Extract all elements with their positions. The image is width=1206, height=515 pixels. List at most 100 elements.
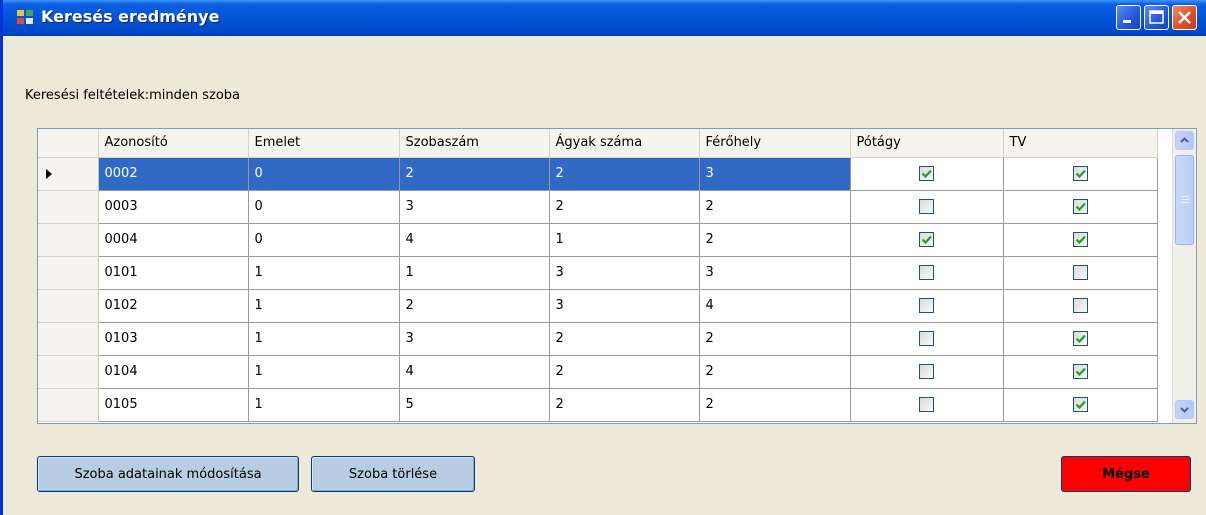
tv-checkbox[interactable] [1072, 331, 1088, 346]
scroll-thumb[interactable] [1175, 155, 1194, 245]
cell-potagy[interactable] [850, 355, 1004, 389]
table-row[interactable]: 0104 1 4 2 2 [38, 355, 1158, 389]
cell-ferohely[interactable]: 2 [699, 388, 851, 422]
cell-tv[interactable] [1003, 157, 1158, 191]
table-row[interactable]: 0101 1 1 3 3 [38, 256, 1158, 290]
cell-emelet[interactable]: 0 [248, 223, 400, 257]
cell-ferohely[interactable]: 4 [699, 289, 851, 323]
cell-tv[interactable] [1003, 388, 1158, 422]
cell-id[interactable]: 0101 [98, 256, 249, 290]
tv-checkbox[interactable] [1072, 397, 1088, 412]
row-header[interactable] [38, 190, 99, 224]
cell-agyak[interactable]: 2 [549, 355, 700, 389]
cell-emelet[interactable]: 1 [248, 256, 400, 290]
cell-tv[interactable] [1003, 256, 1158, 290]
cell-szobaszam[interactable]: 1 [399, 256, 550, 290]
tv-checkbox[interactable] [1072, 364, 1088, 379]
cell-potagy[interactable] [850, 388, 1004, 422]
tv-checkbox[interactable] [1072, 265, 1088, 280]
potagy-checkbox[interactable] [919, 265, 934, 280]
table-row[interactable]: 0103 1 3 2 2 [38, 322, 1158, 356]
cell-tv[interactable] [1003, 289, 1158, 323]
cell-szobaszam[interactable]: 4 [399, 223, 550, 257]
row-header[interactable] [38, 223, 99, 257]
cell-szobaszam[interactable]: 2 [399, 157, 550, 191]
cell-potagy[interactable] [850, 157, 1004, 191]
potagy-checkbox[interactable] [919, 331, 934, 346]
potagy-checkbox[interactable] [919, 232, 934, 247]
cell-emelet[interactable]: 1 [248, 322, 400, 356]
column-header-tv[interactable]: TV [1003, 129, 1158, 158]
cell-ferohely[interactable]: 2 [699, 190, 851, 224]
cell-agyak[interactable]: 3 [549, 289, 700, 323]
row-header[interactable] [38, 355, 99, 389]
cell-agyak[interactable]: 2 [549, 157, 700, 191]
cell-id[interactable]: 0002 [98, 157, 249, 191]
tv-checkbox[interactable] [1072, 199, 1088, 214]
table-row[interactable]: 0004 0 4 1 2 [38, 223, 1158, 257]
cell-agyak[interactable]: 2 [549, 388, 700, 422]
cell-id[interactable]: 0104 [98, 355, 249, 389]
cell-agyak[interactable]: 2 [549, 190, 700, 224]
table-row[interactable]: 0102 1 2 3 4 [38, 289, 1158, 323]
cell-emelet[interactable]: 1 [248, 289, 400, 323]
cell-szobaszam[interactable]: 2 [399, 289, 550, 323]
scroll-up-button[interactable] [1175, 131, 1194, 150]
delete-room-button[interactable]: Szoba törlése [311, 456, 475, 492]
cell-szobaszam[interactable]: 3 [399, 322, 550, 356]
column-header-ferohely[interactable]: Férőhely [699, 129, 851, 158]
column-header-azonosito[interactable]: Azonosító [98, 129, 249, 158]
cell-emelet[interactable]: 0 [248, 190, 400, 224]
cell-tv[interactable] [1003, 355, 1158, 389]
column-header-agyak-szama[interactable]: Ágyak száma [549, 129, 700, 158]
cell-tv[interactable] [1003, 223, 1158, 257]
potagy-checkbox[interactable] [919, 364, 934, 379]
cell-potagy[interactable] [850, 322, 1004, 356]
cell-id[interactable]: 0103 [98, 322, 249, 356]
cancel-button[interactable]: Mégse [1061, 456, 1191, 492]
cell-potagy[interactable] [850, 190, 1004, 224]
cell-agyak[interactable]: 1 [549, 223, 700, 257]
column-header-potagy[interactable]: Pótágy [850, 129, 1004, 158]
table-row[interactable]: 0003 0 3 2 2 [38, 190, 1158, 224]
row-header[interactable] [38, 157, 99, 191]
row-header[interactable] [38, 289, 99, 323]
cell-ferohely[interactable]: 3 [699, 157, 851, 191]
row-header[interactable] [38, 388, 99, 422]
maximize-button[interactable] [1144, 5, 1169, 30]
cell-tv[interactable] [1003, 190, 1158, 224]
row-header[interactable] [38, 322, 99, 356]
modify-room-button[interactable]: Szoba adatainak módosítása [37, 456, 299, 492]
cell-emelet[interactable]: 1 [248, 355, 400, 389]
cell-id[interactable]: 0003 [98, 190, 249, 224]
cell-szobaszam[interactable]: 3 [399, 190, 550, 224]
cell-emelet[interactable]: 0 [248, 157, 400, 191]
cell-ferohely[interactable]: 2 [699, 223, 851, 257]
cell-potagy[interactable] [850, 289, 1004, 323]
cell-ferohely[interactable]: 2 [699, 322, 851, 356]
cell-tv[interactable] [1003, 322, 1158, 356]
tv-checkbox[interactable] [1072, 298, 1088, 313]
cell-szobaszam[interactable]: 4 [399, 355, 550, 389]
potagy-checkbox[interactable] [919, 199, 934, 214]
close-button[interactable] [1172, 5, 1197, 30]
cell-id[interactable]: 0004 [98, 223, 249, 257]
potagy-checkbox[interactable] [919, 298, 934, 313]
title-bar[interactable]: Keresés eredménye [3, 0, 1206, 36]
tv-checkbox[interactable] [1072, 232, 1088, 247]
cell-ferohely[interactable]: 2 [699, 355, 851, 389]
vertical-scrollbar[interactable] [1172, 129, 1196, 423]
column-header-szobaszam[interactable]: Szobaszám [399, 129, 550, 158]
row-header[interactable] [38, 256, 99, 290]
cell-szobaszam[interactable]: 5 [399, 388, 550, 422]
cell-potagy[interactable] [850, 223, 1004, 257]
cell-potagy[interactable] [850, 256, 1004, 290]
cell-agyak[interactable]: 3 [549, 256, 700, 290]
column-header-emelet[interactable]: Emelet [248, 129, 400, 158]
scroll-down-button[interactable] [1175, 400, 1194, 419]
table-row[interactable]: 0002 0 2 2 3 [38, 157, 1158, 191]
tv-checkbox[interactable] [1072, 166, 1088, 181]
potagy-checkbox[interactable] [919, 166, 934, 181]
cell-id[interactable]: 0105 [98, 388, 249, 422]
minimize-button[interactable] [1116, 5, 1141, 30]
